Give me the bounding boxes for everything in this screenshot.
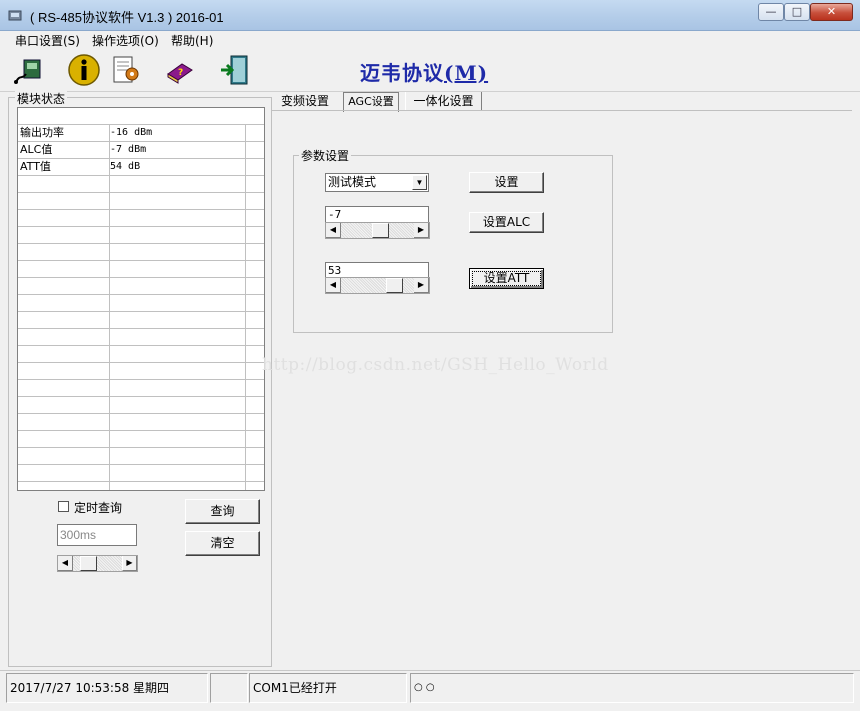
table-row[interactable]	[18, 227, 264, 244]
table-row[interactable]	[18, 244, 264, 261]
set-button[interactable]: 设置	[469, 172, 544, 193]
row-name: ALC值	[20, 143, 53, 156]
minimize-button[interactable]: —	[758, 3, 784, 21]
table-row[interactable]	[18, 363, 264, 380]
module-status-grid: 输出功率 -16 dBm ALC值 -7 dBm ATT值 54 dB	[17, 107, 265, 491]
chevron-down-icon[interactable]: ▼	[412, 175, 427, 190]
serial-port-icon[interactable]	[12, 54, 44, 86]
watermark: http://blog.csdn.net/GSH_Hello_World	[262, 355, 609, 375]
menu-operation-options[interactable]: 操作选项(O)	[92, 32, 159, 49]
row-value: -16 dBm	[110, 127, 153, 138]
att-scrollbar[interactable]: ◀ ▶	[325, 277, 430, 294]
scroll-left-icon[interactable]: ◀	[58, 556, 73, 571]
table-row[interactable]: ALC值 -7 dBm	[18, 142, 264, 159]
module-status-title: 模块状态	[15, 90, 68, 107]
alc-scrollbar[interactable]: ◀ ▶	[325, 222, 430, 239]
table-row[interactable]	[18, 210, 264, 227]
set-att-button[interactable]: 设置ATT	[469, 268, 544, 289]
table-row[interactable]: ATT值 54 dB	[18, 159, 264, 176]
table-row[interactable]	[18, 346, 264, 363]
tab-integrated-settings[interactable]: 一体化设置	[405, 92, 482, 111]
scroll-right-icon[interactable]: ▶	[414, 278, 429, 293]
table-row[interactable]	[18, 465, 264, 482]
window-title: ( RS-485协议软件 V1.3 ) 2016-01	[30, 10, 224, 25]
scroll-thumb[interactable]	[386, 278, 403, 293]
status-empty-pane	[210, 673, 248, 703]
table-row[interactable]: 输出功率 -16 dBm	[18, 125, 264, 142]
table-row[interactable]	[18, 414, 264, 431]
toolbar: ? 迈韦协议(M)	[0, 49, 860, 92]
maximize-button[interactable]: □	[784, 3, 810, 21]
clear-button[interactable]: 清空	[185, 531, 260, 556]
scroll-right-icon[interactable]: ▶	[122, 556, 137, 571]
menu-bar: 串口设置(S) 操作选项(O) 帮助(H)	[0, 31, 860, 49]
params-title: 参数设置	[299, 147, 352, 164]
table-row[interactable]	[18, 431, 264, 448]
grid-header-row	[18, 108, 264, 125]
settings-icon[interactable]	[110, 54, 142, 86]
timed-query-label: 定时查询	[74, 501, 123, 515]
scroll-thumb[interactable]	[80, 556, 97, 571]
status-port: COM1已经打开	[249, 673, 407, 703]
status-extra: ○ ○	[410, 673, 854, 703]
row-name: 输出功率	[20, 126, 64, 139]
table-row[interactable]	[18, 448, 264, 465]
brand-suffix: (M)	[444, 61, 489, 85]
interval-input[interactable]: 300ms	[57, 524, 137, 546]
scroll-left-icon[interactable]: ◀	[326, 278, 341, 293]
row-value: 54 dB	[110, 161, 141, 172]
app-icon	[8, 10, 22, 21]
status-bar: 2017/7/27 10:53:58 星期四 COM1已经打开 ○ ○	[0, 670, 860, 711]
table-row[interactable]	[18, 380, 264, 397]
table-row[interactable]	[18, 312, 264, 329]
tab-agc-settings[interactable]: AGC设置	[343, 92, 399, 112]
row-name: ATT值	[20, 160, 51, 173]
exit-door-icon[interactable]	[219, 54, 251, 86]
help-book-icon[interactable]: ?	[164, 54, 196, 86]
svg-text:?: ?	[178, 68, 183, 78]
set-alc-button[interactable]: 设置ALC	[469, 212, 544, 233]
tab-divider	[272, 110, 852, 111]
mode-select[interactable]: 测试模式 ▼	[325, 173, 429, 192]
brand-text: 迈韦协议	[360, 61, 444, 85]
status-datetime: 2017/7/27 10:53:58 星期四	[6, 673, 208, 703]
mode-select-value: 测试模式	[328, 175, 377, 189]
table-row[interactable]	[18, 397, 264, 414]
tab-frequency-settings[interactable]: 变频设置	[274, 92, 336, 111]
query-button[interactable]: 查询	[185, 499, 260, 524]
brand-title: 迈韦协议(M)	[360, 57, 488, 86]
table-row[interactable]	[18, 278, 264, 295]
table-row[interactable]	[18, 261, 264, 278]
alc-value-field[interactable]: -7	[325, 206, 429, 223]
title-bar: ( RS-485协议软件 V1.3 ) 2016-01 — □ ✕	[0, 0, 860, 31]
table-row[interactable]	[18, 193, 264, 210]
table-row[interactable]	[18, 176, 264, 193]
scroll-right-icon[interactable]: ▶	[414, 223, 429, 238]
row-value: -7 dBm	[110, 144, 147, 155]
info-icon[interactable]	[68, 54, 100, 86]
table-row[interactable]	[18, 329, 264, 346]
table-row[interactable]	[18, 295, 264, 312]
timed-query-checkbox[interactable]	[58, 501, 69, 512]
menu-serial-settings[interactable]: 串口设置(S)	[15, 32, 80, 49]
scroll-thumb[interactable]	[372, 223, 389, 238]
scroll-left-icon[interactable]: ◀	[326, 223, 341, 238]
close-button[interactable]: ✕	[810, 3, 853, 21]
interval-scrollbar[interactable]: ◀ ▶	[57, 555, 138, 572]
menu-help[interactable]: 帮助(H)	[171, 32, 213, 49]
